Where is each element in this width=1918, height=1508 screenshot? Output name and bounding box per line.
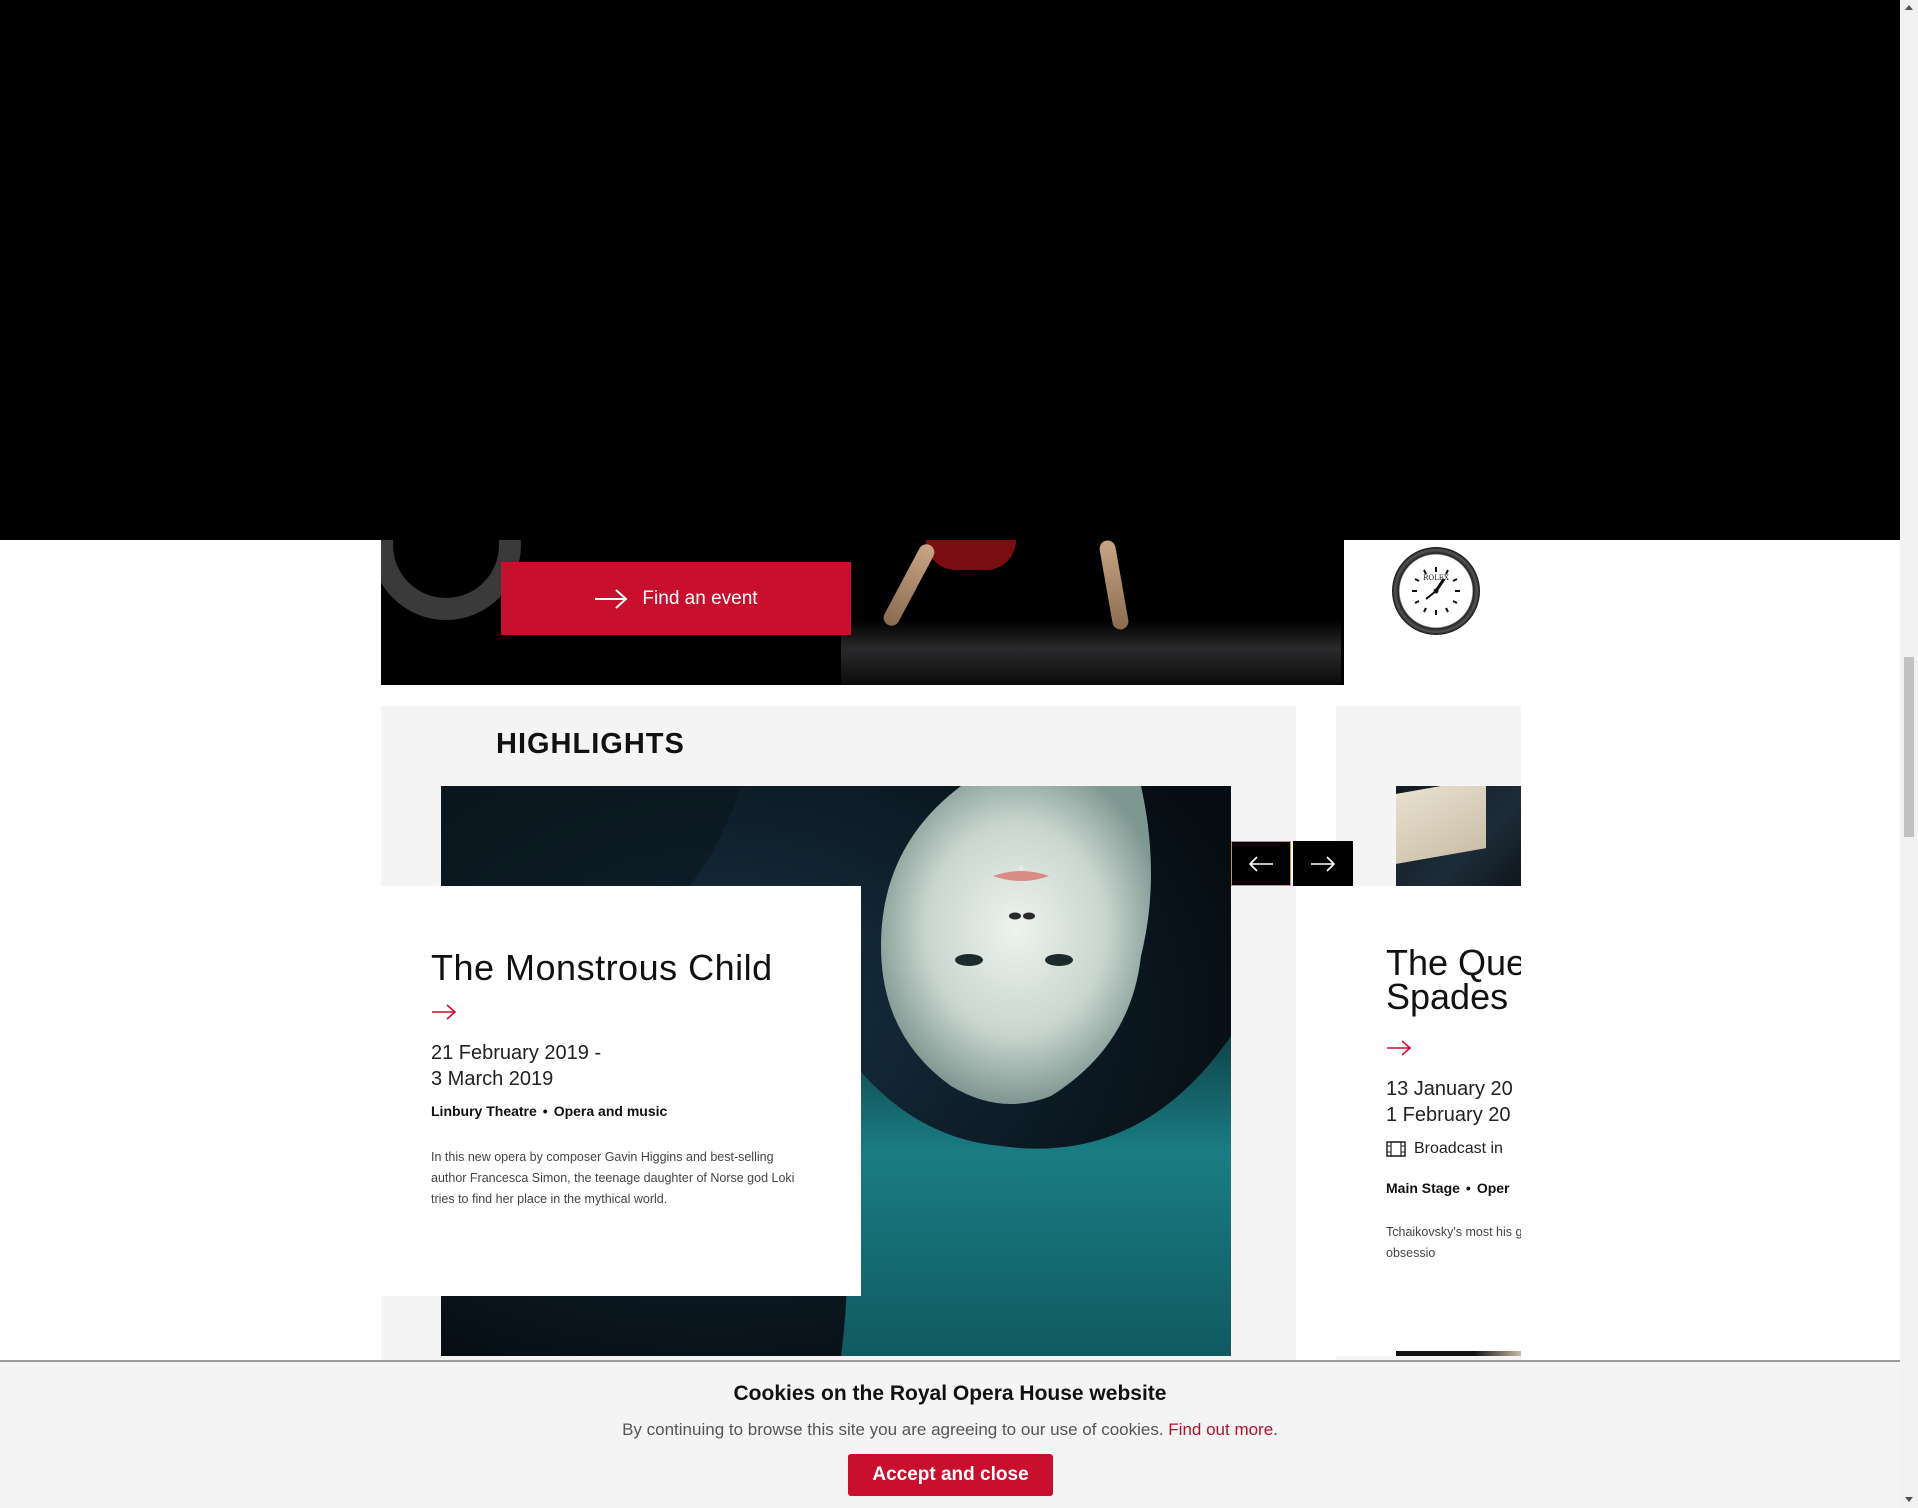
- next-card-category: Oper: [1476, 1180, 1510, 1196]
- carousel-prev-button[interactable]: [1231, 841, 1291, 886]
- arrow-right-icon: [1311, 855, 1336, 872]
- card-category: Opera and music: [553, 1103, 668, 1119]
- next-title-line: The Que: [1386, 942, 1521, 983]
- arrow-right-icon[interactable]: [431, 1002, 457, 1022]
- dancer-leg: [1098, 540, 1130, 631]
- cookie-text: By continuing to browse this site you ar…: [622, 1420, 1164, 1439]
- broadcast-label: Broadcast in: [1414, 1140, 1503, 1157]
- arrow-right-icon: [595, 588, 628, 609]
- scroll-thumb[interactable]: [1904, 657, 1914, 837]
- next-title-line: Spades: [1386, 976, 1509, 1017]
- dancer-dress: [926, 540, 1016, 570]
- rolex-wordmark: ROLEX: [1423, 574, 1449, 582]
- next-date-start: 13 January 20: [1386, 1078, 1513, 1100]
- video-area: [0, 0, 1900, 540]
- card-dates: 21 February 2019 - 3 March 2019: [431, 1040, 601, 1092]
- separator-dot: •: [1465, 1180, 1471, 1196]
- next-card-meta: Main Stage • Oper: [1386, 1180, 1510, 1196]
- next-card-dates: 13 January 20 1 February 20: [1386, 1076, 1513, 1128]
- card-venue: Linbury Theatre: [431, 1103, 537, 1119]
- card-meta: Linbury Theatre • Opera and music: [431, 1103, 667, 1119]
- accept-cookies-button[interactable]: Accept and close: [848, 1454, 1053, 1496]
- scroll-down-arrow-icon[interactable]: [1905, 1497, 1913, 1502]
- stage-floor: [841, 620, 1341, 685]
- next-card-title[interactable]: The Que Spades: [1386, 942, 1521, 1017]
- vertical-scrollbar[interactable]: [1900, 0, 1918, 1508]
- cookie-title: Cookies on the Royal Opera House website: [733, 1382, 1167, 1405]
- card-title[interactable]: The Monstrous Child: [431, 947, 773, 989]
- find-event-button[interactable]: Find an event: [501, 562, 851, 635]
- next-highlight-card[interactable]: The Que Spades 13 January 20 1 February …: [1336, 706, 1521, 1356]
- card-date-end: 3 March 2019: [431, 1068, 554, 1090]
- scroll-up-arrow-icon[interactable]: [1905, 5, 1913, 10]
- find-out-more-link[interactable]: Find out more.: [1168, 1420, 1278, 1439]
- cookie-banner: Cookies on the Royal Opera House website…: [0, 1360, 1900, 1508]
- queen-of-spades-image[interactable]: [1396, 786, 1521, 886]
- arrow-right-icon[interactable]: [1386, 1038, 1412, 1058]
- clock-icon: ROLEX: [1412, 567, 1460, 615]
- rolex-clock-logo[interactable]: ROLEX: [1392, 547, 1480, 635]
- next-card-venue: Main Stage: [1386, 1180, 1460, 1196]
- film-icon: [1386, 1141, 1406, 1157]
- decorative-ring: [381, 540, 521, 620]
- cookie-message: By continuing to browse this site you ar…: [0, 1420, 1900, 1440]
- arrow-left-icon: [1248, 855, 1273, 872]
- next-date-end: 1 February 20: [1386, 1104, 1511, 1126]
- paper-shape: [1396, 786, 1486, 864]
- card-description: In this new opera by composer Gavin Higg…: [431, 1150, 795, 1206]
- find-event-label: Find an event: [642, 587, 758, 609]
- separator-dot: •: [542, 1103, 548, 1119]
- dancer-leg: [880, 541, 938, 629]
- broadcast-info: Broadcast in: [1386, 1140, 1503, 1158]
- next-card-description: Tchaikovsky's most his greatest music a …: [1386, 1225, 1521, 1260]
- card-date-start: 21 February 2019 -: [431, 1042, 602, 1064]
- highlights-heading: HIGHLIGHTS: [496, 728, 685, 760]
- next-image-edge: [1396, 1351, 1521, 1356]
